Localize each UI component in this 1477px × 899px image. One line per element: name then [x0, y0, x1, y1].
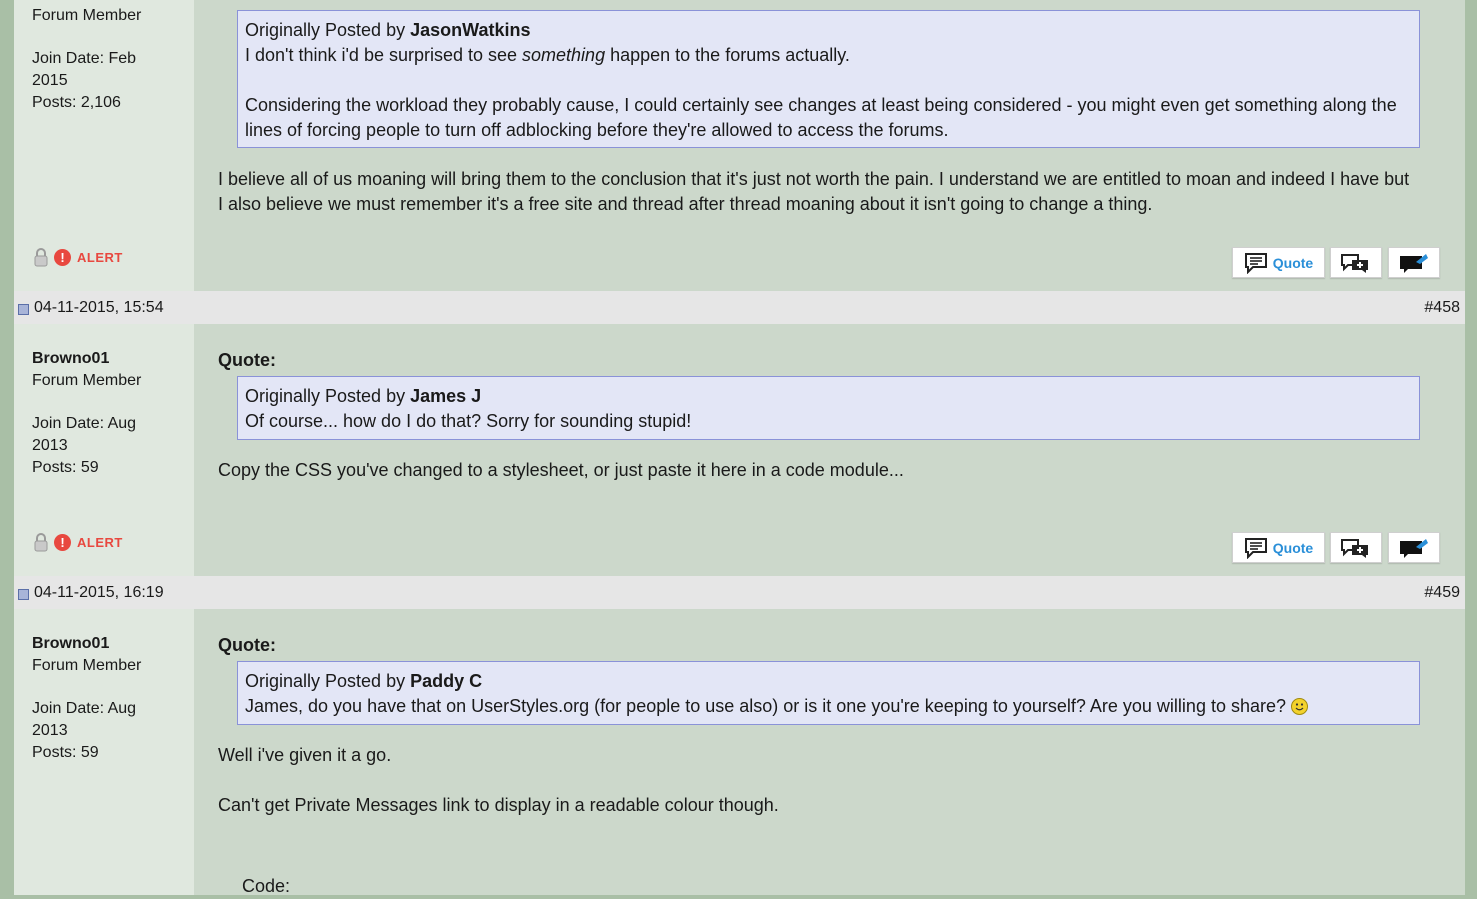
quote-text: James, do you have that on UserStyles.or… [245, 696, 1287, 716]
quick-reply-button[interactable] [1388, 532, 1440, 563]
quote-by-label: Originally Posted by [245, 20, 406, 40]
post-count: Posts: 59 [32, 459, 99, 476]
post-body-line: Well i've given it a go. [218, 745, 392, 765]
post-status-icon [18, 589, 29, 600]
multi-quote-icon [1341, 538, 1368, 558]
join-date-year: 2013 [32, 437, 68, 454]
quote-box: Originally Posted by JasonWatkins I don'… [237, 10, 1420, 148]
quote-text: Of course... how do I do that? Sorry for… [245, 411, 692, 431]
post-body: I believe all of us moaning will bring t… [218, 169, 1410, 214]
quick-reply-icon [1400, 538, 1428, 558]
post-header: 04-11-2015, 15:54 #458 [14, 291, 1465, 324]
thread-page: Forum Member Join Date: Feb 2015 Posts: … [14, 0, 1465, 896]
quote-label: Quote: [218, 350, 276, 370]
quote-author[interactable]: JasonWatkins [410, 20, 530, 40]
join-date: Join Date: Aug [32, 700, 137, 717]
multi-quote-button[interactable] [1330, 532, 1382, 563]
alert-icon: ! [54, 533, 71, 551]
post-number-link[interactable]: #459 [1424, 576, 1460, 609]
post-status-icon [18, 304, 29, 315]
quote-by-label: Originally Posted by [245, 671, 406, 691]
post-header: 04-11-2015, 16:19 #459 [14, 576, 1465, 609]
quote-emphasis: something [522, 45, 606, 65]
username-link[interactable]: Browno01 [32, 633, 182, 655]
user-title: Forum Member [32, 657, 142, 674]
quick-reply-button[interactable] [1388, 247, 1440, 278]
post-body: Copy the CSS you've changed to a stylesh… [218, 460, 904, 480]
post-number-link[interactable]: #458 [1424, 291, 1460, 324]
report-alert[interactable]: ! ALERT [34, 246, 123, 268]
post-count: Posts: 59 [32, 744, 99, 761]
code-label: Code: [242, 876, 291, 896]
quote-author[interactable]: Paddy C [410, 671, 482, 691]
user-title: Forum Member [32, 7, 142, 24]
quote-text: I don't think i'd be surprised to see [245, 45, 523, 65]
report-alert[interactable]: ! ALERT [34, 531, 123, 553]
user-info-panel: Browno01 Forum Member Join Date: Aug 201… [14, 609, 194, 895]
smiley-icon [1291, 698, 1309, 715]
username-link[interactable]: Browno01 [32, 348, 182, 370]
quote-paragraph: Considering the workload they probably c… [245, 95, 1397, 140]
alert-label: ALERT [77, 249, 123, 265]
post-count: Posts: 2,106 [32, 94, 121, 111]
quote-box: Originally Posted by Paddy C James, do y… [237, 661, 1420, 725]
post-date: 04-11-2015, 16:19 [34, 584, 164, 601]
lock-icon [34, 248, 48, 267]
join-date: Join Date: Feb [32, 50, 137, 67]
quote-box: Originally Posted by James J Of course..… [237, 376, 1420, 440]
quote-icon [1244, 252, 1267, 274]
quote-icon [1244, 537, 1267, 559]
alert-label: ALERT [77, 534, 123, 550]
quote-button[interactable]: Quote [1232, 247, 1325, 278]
post-date: 04-11-2015, 15:54 [34, 299, 164, 316]
quote-text-end: happen to the forums actually. [605, 45, 850, 65]
post-body-line: Can't get Private Messages link to displ… [218, 795, 779, 815]
join-date-year: 2013 [32, 722, 68, 739]
quick-reply-icon [1400, 253, 1428, 273]
multi-quote-icon [1341, 253, 1368, 273]
alert-icon: ! [54, 248, 71, 266]
quote-label: Quote: [218, 635, 276, 655]
multi-quote-button[interactable] [1330, 247, 1382, 278]
quote-button-label: Quote [1272, 254, 1314, 271]
lock-icon [34, 533, 48, 552]
quote-button[interactable]: Quote [1232, 532, 1325, 563]
join-date: Join Date: Aug [32, 415, 137, 432]
join-date-year: 2015 [32, 72, 68, 89]
quote-author[interactable]: James J [410, 386, 481, 406]
quote-button-label: Quote [1272, 539, 1314, 556]
user-title: Forum Member [32, 372, 142, 389]
quote-by-label: Originally Posted by [245, 386, 406, 406]
